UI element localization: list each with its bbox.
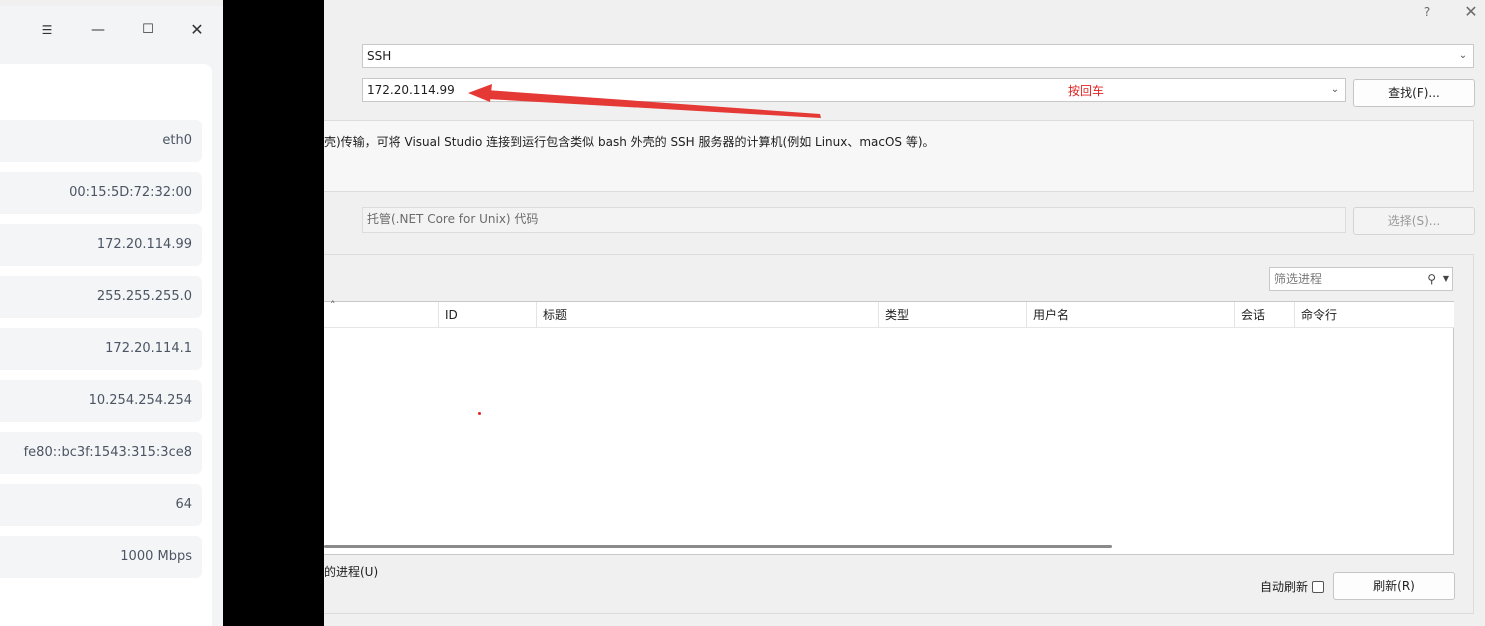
minimize-icon[interactable]: — (88, 20, 108, 40)
auto-refresh-label: 自动刷新 (1260, 580, 1309, 594)
close-icon[interactable]: ✕ (187, 20, 207, 40)
connection-target-input[interactable]: 172.20.114.99 ⌄ (362, 78, 1346, 102)
desktop: ? ✕ SSH ⌄ 172.20.114.99 ⌄ 按回车 查找(F)... 壳… (0, 0, 1485, 626)
select-code-type-button[interactable]: 选择(S)... (1353, 207, 1475, 235)
search-icon[interactable]: ⚲ (1427, 268, 1436, 290)
column-header-id[interactable]: ID (438, 302, 536, 328)
connection-info-text: 壳)传输，可将 Visual Studio 连接到运行包含类似 bash 外壳的… (324, 135, 935, 149)
menu-icon[interactable]: ☰ (37, 20, 57, 40)
black-gap (223, 0, 324, 626)
maximize-icon[interactable]: ☐ (138, 20, 158, 40)
info-row: 255.255.255.0 (0, 276, 202, 318)
window-titlebar: ☰ — ☐ ✕ (0, 6, 223, 56)
chevron-down-icon: ⌄ (1330, 84, 1340, 95)
info-row: fe80::bc3f:1543:315:3ce8 (0, 432, 202, 474)
help-button[interactable]: ? (1416, 2, 1438, 22)
auto-refresh-checkbox[interactable] (1312, 581, 1325, 593)
info-row: 172.20.114.99 (0, 224, 202, 266)
dropdown-arrow-icon[interactable]: ▼ (1443, 268, 1449, 290)
info-row: 172.20.114.1 (0, 328, 202, 370)
connection-type-select[interactable]: SSH ⌄ (362, 44, 1474, 68)
column-header-command-line[interactable]: 命令行 (1294, 302, 1454, 328)
process-table[interactable]: ˄ ID 标题 类型 用户名 会话 命令行 (324, 299, 1454, 555)
show-all-processes-label[interactable]: 的进程(U) (324, 563, 378, 580)
connection-target-value: 172.20.114.99 (367, 83, 455, 97)
info-row: eth0 (0, 120, 202, 162)
column-header-session[interactable]: 会话 (1234, 302, 1294, 328)
column-header-title[interactable]: 标题 (536, 302, 878, 328)
auto-refresh-toggle[interactable]: 自动刷新 (1260, 578, 1325, 595)
network-info-card: eth0 00:15:5D:72:32:00 172.20.114.99 255… (0, 64, 212, 626)
info-row: 00:15:5D:72:32:00 (0, 172, 202, 214)
info-row: 1000 Mbps (0, 536, 202, 578)
sort-ascending-icon: ˄ (330, 299, 336, 312)
find-button[interactable]: 查找(F)... (1353, 79, 1475, 107)
dialog-close-button[interactable]: ✕ (1460, 2, 1482, 22)
horizontal-scrollbar[interactable] (324, 545, 1112, 548)
refresh-button[interactable]: 刷新(R) (1333, 572, 1455, 600)
info-row: 64 (0, 484, 202, 526)
network-details-window: ☰ — ☐ ✕ eth0 00:15:5D:72:32:00 172.20.11… (0, 6, 223, 626)
column-header-type[interactable]: 类型 (878, 302, 1026, 328)
code-type-field: 托管(.NET Core for Unix) 代码 (362, 207, 1346, 233)
chevron-down-icon: ⌄ (1458, 50, 1468, 61)
annotation-hint: 按回车 (1068, 84, 1105, 98)
connection-type-value: SSH (367, 49, 392, 63)
process-table-header: ˄ ID 标题 类型 用户名 会话 命令行 (324, 299, 1454, 328)
column-header-username[interactable]: 用户名 (1026, 302, 1234, 328)
process-filter-placeholder: 筛选进程 (1274, 272, 1323, 286)
connection-info-panel: 壳)传输，可将 Visual Studio 连接到运行包含类似 bash 外壳的… (324, 120, 1474, 192)
info-row: 10.254.254.254 (0, 380, 202, 422)
process-filter-input[interactable]: 筛选进程 ⚲ ▼ (1269, 267, 1453, 291)
stray-mark (478, 412, 481, 415)
